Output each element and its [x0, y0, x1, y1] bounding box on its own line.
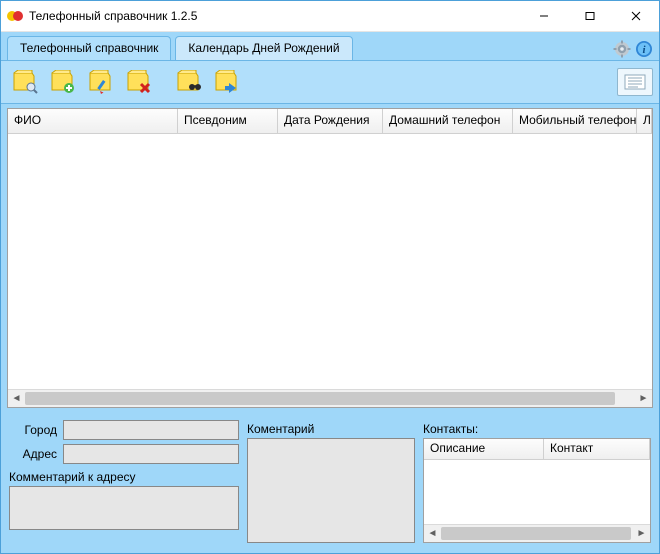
tabstrip: Телефонный справочник Календарь Дней Рож…: [1, 32, 659, 61]
add-record-button[interactable]: [45, 67, 79, 97]
records-grid[interactable]: ФИО Псевдоним Дата Рождения Домашний тел…: [7, 108, 653, 408]
app-window: Телефонный справочник 1.2.5 Телефонный с…: [0, 0, 660, 554]
app-icon: [7, 8, 23, 24]
address-comment-input[interactable]: [9, 486, 239, 530]
scroll-thumb[interactable]: [441, 527, 631, 540]
note-view-icon: [10, 70, 38, 94]
note-goto-icon: [212, 70, 240, 94]
col-nickname[interactable]: Псевдоним: [178, 109, 278, 133]
close-button[interactable]: [613, 1, 659, 31]
scroll-right-icon[interactable]: ►: [635, 391, 652, 406]
window-title: Телефонный справочник 1.2.5: [29, 9, 521, 23]
contacts-label: Контакты:: [423, 422, 651, 436]
about-button[interactable]: i: [635, 40, 653, 58]
export-icon: [624, 74, 646, 90]
note-edit-icon: [86, 70, 114, 94]
col-fio[interactable]: ФИО: [8, 109, 178, 133]
scroll-left-icon[interactable]: ◄: [424, 526, 441, 541]
titlebar: Телефонный справочник 1.2.5: [1, 1, 659, 32]
delete-record-button[interactable]: [121, 67, 155, 97]
minimize-button[interactable]: [521, 1, 567, 31]
tab-directory[interactable]: Телефонный справочник: [7, 36, 171, 60]
edit-record-button[interactable]: [83, 67, 117, 97]
search-button[interactable]: [171, 67, 205, 97]
records-grid-body: [8, 134, 652, 389]
city-input[interactable]: [63, 420, 239, 440]
details-panel: Город Адрес Комментарий к адресу Комента…: [1, 414, 659, 553]
goto-record-button[interactable]: [209, 67, 243, 97]
address-comment-label: Комментарий к адресу: [9, 470, 239, 484]
client-area: Телефонный справочник Календарь Дней Рож…: [1, 32, 659, 553]
settings-button[interactable]: [613, 40, 631, 58]
toolbar: [1, 61, 659, 104]
scroll-left-icon[interactable]: ◄: [8, 391, 25, 406]
contacts-col-contact[interactable]: Контакт: [544, 439, 650, 459]
comment-label: Коментарий: [247, 422, 415, 436]
export-button[interactable]: [617, 68, 653, 96]
col-dob[interactable]: Дата Рождения: [278, 109, 383, 133]
city-label: Город: [9, 423, 63, 437]
note-delete-icon: [124, 70, 152, 94]
tab-birthdays[interactable]: Календарь Дней Рождений: [175, 36, 352, 60]
col-home-phone[interactable]: Домашний телефон: [383, 109, 513, 133]
address-label: Адрес: [9, 447, 63, 461]
note-add-icon: [48, 70, 76, 94]
view-record-button[interactable]: [7, 67, 41, 97]
contacts-grid-hscroll[interactable]: ◄ ►: [424, 524, 650, 542]
col-mobile-phone[interactable]: Мобильный телефон: [513, 109, 637, 133]
contacts-col-description[interactable]: Описание: [424, 439, 544, 459]
note-search-icon: [174, 70, 202, 94]
scroll-right-icon[interactable]: ►: [633, 526, 650, 541]
comment-input[interactable]: [247, 438, 415, 543]
contacts-grid-body: [424, 460, 650, 524]
contacts-grid[interactable]: Описание Контакт ◄ ►: [423, 438, 651, 543]
col-extra[interactable]: Л: [637, 109, 652, 133]
maximize-button[interactable]: [567, 1, 613, 31]
tab-birthdays-label: Календарь Дней Рождений: [188, 41, 339, 55]
scroll-thumb[interactable]: [25, 392, 615, 405]
tab-directory-label: Телефонный справочник: [20, 41, 158, 55]
records-grid-header: ФИО Псевдоним Дата Рождения Домашний тел…: [8, 109, 652, 134]
address-input[interactable]: [63, 444, 239, 464]
records-grid-hscroll[interactable]: ◄ ►: [8, 389, 652, 407]
